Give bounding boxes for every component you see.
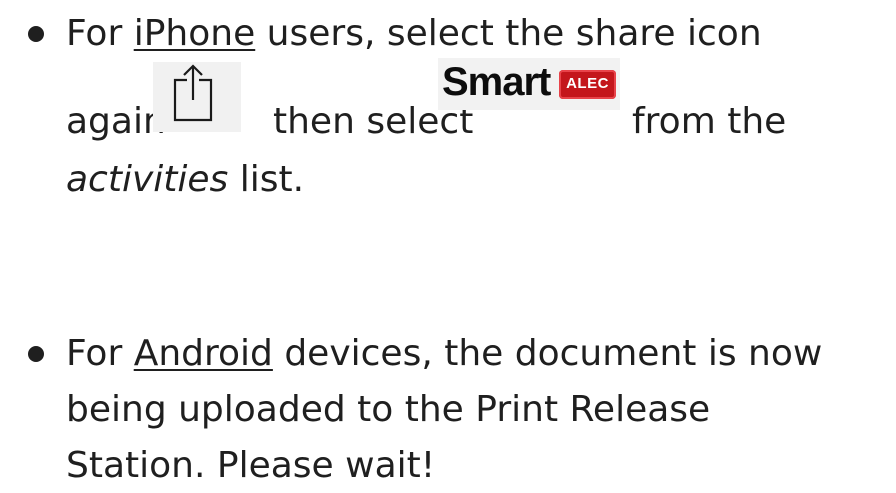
- iphone-line-1: For iPhone users, select the share icon: [66, 14, 762, 54]
- bullet-icon: [28, 346, 44, 362]
- android-line-3: Station. Please wait!: [66, 445, 436, 486]
- android-link: Android: [133, 333, 273, 374]
- android-line-1: For Android devices, the document is now: [66, 334, 822, 374]
- share-icon: [153, 62, 241, 132]
- for-text: For: [66, 333, 134, 374]
- activities-text: activities: [66, 159, 229, 200]
- instruction-page: For iPhone users, select the share icon …: [0, 0, 896, 493]
- list-text: list.: [228, 159, 305, 200]
- iphone-line-2-again: again: [66, 101, 166, 142]
- android-line-2: being uploaded to the Print Release: [66, 389, 711, 430]
- alec-badge-text: ALEC: [566, 75, 609, 92]
- bullet-icon: [28, 26, 44, 42]
- iphone-line-3: activities list.: [66, 160, 304, 200]
- iphone-link: iPhone: [133, 13, 256, 54]
- for-text: For: [66, 13, 134, 54]
- iphone-line-2-from-the: from the: [632, 101, 787, 142]
- alec-badge: ALEC: [559, 70, 616, 99]
- iphone-line-1-text: users, select the share icon: [255, 13, 762, 54]
- smartalec-logo: Smart ALEC: [438, 58, 620, 110]
- smart-logo-word: Smart: [442, 60, 551, 104]
- android-line-1-text: devices, the document is now: [272, 333, 823, 374]
